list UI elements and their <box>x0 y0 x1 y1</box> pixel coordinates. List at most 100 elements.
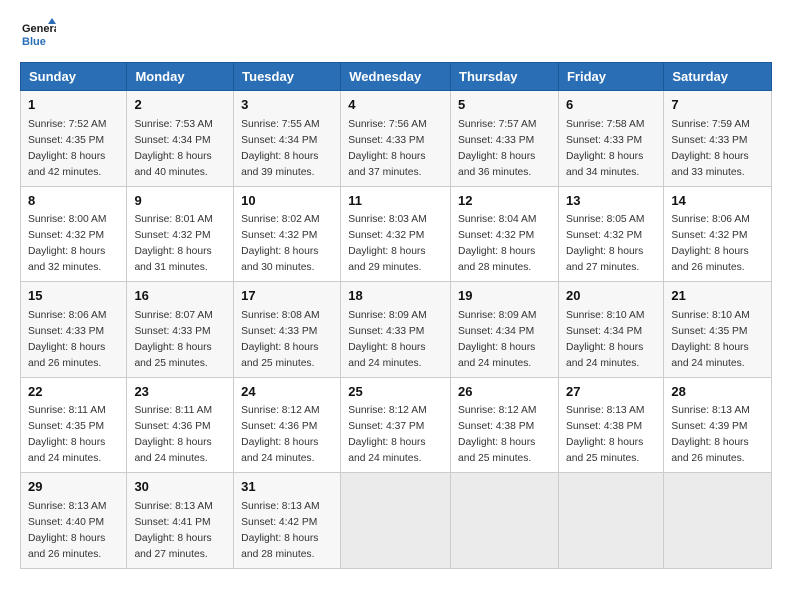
day-number: 23 <box>134 383 226 402</box>
calendar-cell: 10 Sunrise: 8:02 AMSunset: 4:32 PMDayligh… <box>234 186 341 282</box>
calendar-cell: 8 Sunrise: 8:00 AMSunset: 4:32 PMDaylight… <box>21 186 127 282</box>
weekday-thursday: Thursday <box>451 63 559 91</box>
day-info: Sunrise: 8:10 AMSunset: 4:34 PMDaylight:… <box>566 310 644 369</box>
day-number: 21 <box>671 287 764 306</box>
day-number: 18 <box>348 287 443 306</box>
weekday-sunday: Sunday <box>21 63 127 91</box>
calendar-table: SundayMondayTuesdayWednesdayThursdayFrid… <box>20 62 772 569</box>
day-info: Sunrise: 8:03 AMSunset: 4:32 PMDaylight:… <box>348 214 426 273</box>
calendar-cell: 29 Sunrise: 8:13 AMSunset: 4:40 PMDayligh… <box>21 473 127 569</box>
header: General Blue <box>20 16 772 52</box>
day-number: 14 <box>671 192 764 211</box>
calendar-cell: 2Sunrise: 7:53 AMSunset: 4:34 PMDaylight… <box>127 91 234 187</box>
svg-text:General: General <box>22 23 56 35</box>
day-info: Sunrise: 7:56 AMSunset: 4:33 PMDaylight:… <box>348 119 426 178</box>
weekday-friday: Friday <box>558 63 663 91</box>
day-info: Sunrise: 7:55 AMSunset: 4:34 PMDaylight:… <box>241 119 319 178</box>
day-number: 26 <box>458 383 551 402</box>
day-number: 20 <box>566 287 656 306</box>
weekday-monday: Monday <box>127 63 234 91</box>
day-info: Sunrise: 8:13 AMSunset: 4:42 PMDaylight:… <box>241 501 319 560</box>
day-info: Sunrise: 8:12 AMSunset: 4:38 PMDaylight:… <box>458 405 536 464</box>
day-number: 4 <box>348 96 443 115</box>
day-number: 2 <box>134 96 226 115</box>
day-info: Sunrise: 8:13 AMSunset: 4:40 PMDaylight:… <box>28 501 106 560</box>
calendar-cell: 27 Sunrise: 8:13 AMSunset: 4:38 PMDayligh… <box>558 377 663 473</box>
calendar-body: 1 Sunrise: 7:52 AMSunset: 4:35 PMDaylight… <box>21 91 772 569</box>
day-info: Sunrise: 7:52 AMSunset: 4:35 PMDaylight:… <box>28 119 106 178</box>
day-info: Sunrise: 8:12 AMSunset: 4:37 PMDaylight:… <box>348 405 426 464</box>
weekday-saturday: Saturday <box>664 63 772 91</box>
day-info: Sunrise: 8:01 AMSunset: 4:32 PMDaylight:… <box>134 214 212 273</box>
day-info: Sunrise: 8:09 AMSunset: 4:34 PMDaylight:… <box>458 310 536 369</box>
day-info: Sunrise: 8:05 AMSunset: 4:32 PMDaylight:… <box>566 214 644 273</box>
day-info: Sunrise: 7:59 AMSunset: 4:33 PMDaylight:… <box>671 119 749 178</box>
calendar-cell: 5 Sunrise: 7:57 AMSunset: 4:33 PMDaylight… <box>451 91 559 187</box>
day-number: 19 <box>458 287 551 306</box>
day-info: Sunrise: 8:13 AMSunset: 4:38 PMDaylight:… <box>566 405 644 464</box>
day-number: 15 <box>28 287 119 306</box>
day-info: Sunrise: 8:11 AMSunset: 4:36 PMDaylight:… <box>134 405 212 464</box>
calendar-cell: 6Sunrise: 7:58 AMSunset: 4:33 PMDaylight… <box>558 91 663 187</box>
calendar-cell: 7Sunrise: 7:59 AMSunset: 4:33 PMDaylight… <box>664 91 772 187</box>
calendar-cell <box>341 473 451 569</box>
calendar-cell: 23 Sunrise: 8:11 AMSunset: 4:36 PMDayligh… <box>127 377 234 473</box>
week-row-2: 8 Sunrise: 8:00 AMSunset: 4:32 PMDaylight… <box>21 186 772 282</box>
calendar-cell: 9 Sunrise: 8:01 AMSunset: 4:32 PMDaylight… <box>127 186 234 282</box>
day-info: Sunrise: 8:08 AMSunset: 4:33 PMDaylight:… <box>241 310 319 369</box>
calendar-cell: 4 Sunrise: 7:56 AMSunset: 4:33 PMDaylight… <box>341 91 451 187</box>
calendar-cell: 11 Sunrise: 8:03 AMSunset: 4:32 PMDayligh… <box>341 186 451 282</box>
week-row-3: 15 Sunrise: 8:06 AMSunset: 4:33 PMDayligh… <box>21 282 772 378</box>
day-info: Sunrise: 8:02 AMSunset: 4:32 PMDaylight:… <box>241 214 319 273</box>
calendar-cell <box>558 473 663 569</box>
day-info: Sunrise: 8:12 AMSunset: 4:36 PMDaylight:… <box>241 405 319 464</box>
day-number: 27 <box>566 383 656 402</box>
day-info: Sunrise: 8:07 AMSunset: 4:33 PMDaylight:… <box>134 310 212 369</box>
calendar-cell: 21 Sunrise: 8:10 AMSunset: 4:35 PMDayligh… <box>664 282 772 378</box>
day-number: 22 <box>28 383 119 402</box>
calendar-cell: 3 Sunrise: 7:55 AMSunset: 4:34 PMDaylight… <box>234 91 341 187</box>
calendar-cell: 24 Sunrise: 8:12 AMSunset: 4:36 PMDayligh… <box>234 377 341 473</box>
day-number: 3 <box>241 96 333 115</box>
logo: General Blue <box>20 16 56 52</box>
week-row-5: 29 Sunrise: 8:13 AMSunset: 4:40 PMDayligh… <box>21 473 772 569</box>
day-number: 6 <box>566 96 656 115</box>
calendar-cell: 19 Sunrise: 8:09 AMSunset: 4:34 PMDayligh… <box>451 282 559 378</box>
calendar-cell: 1 Sunrise: 7:52 AMSunset: 4:35 PMDaylight… <box>21 91 127 187</box>
calendar-cell: 16Sunrise: 8:07 AMSunset: 4:33 PMDayligh… <box>127 282 234 378</box>
week-row-1: 1 Sunrise: 7:52 AMSunset: 4:35 PMDaylight… <box>21 91 772 187</box>
day-number: 29 <box>28 478 119 497</box>
day-info: Sunrise: 8:06 AMSunset: 4:32 PMDaylight:… <box>671 214 749 273</box>
day-number: 24 <box>241 383 333 402</box>
day-info: Sunrise: 8:10 AMSunset: 4:35 PMDaylight:… <box>671 310 749 369</box>
day-number: 17 <box>241 287 333 306</box>
day-info: Sunrise: 8:06 AMSunset: 4:33 PMDaylight:… <box>28 310 106 369</box>
day-number: 5 <box>458 96 551 115</box>
logo-icon: General Blue <box>20 16 56 52</box>
week-row-4: 22 Sunrise: 8:11 AMSunset: 4:35 PMDayligh… <box>21 377 772 473</box>
calendar-cell <box>451 473 559 569</box>
calendar-cell: 25 Sunrise: 8:12 AMSunset: 4:37 PMDayligh… <box>341 377 451 473</box>
day-number: 31 <box>241 478 333 497</box>
day-info: Sunrise: 8:11 AMSunset: 4:35 PMDaylight:… <box>28 405 106 464</box>
calendar-cell: 31 Sunrise: 8:13 AMSunset: 4:42 PMDayligh… <box>234 473 341 569</box>
day-number: 25 <box>348 383 443 402</box>
day-number: 13 <box>566 192 656 211</box>
day-info: Sunrise: 8:00 AMSunset: 4:32 PMDaylight:… <box>28 214 106 273</box>
day-number: 11 <box>348 192 443 211</box>
calendar-cell: 17 Sunrise: 8:08 AMSunset: 4:33 PMDayligh… <box>234 282 341 378</box>
calendar-cell: 20 Sunrise: 8:10 AMSunset: 4:34 PMDayligh… <box>558 282 663 378</box>
day-number: 9 <box>134 192 226 211</box>
calendar-cell: 15 Sunrise: 8:06 AMSunset: 4:33 PMDayligh… <box>21 282 127 378</box>
day-number: 8 <box>28 192 119 211</box>
weekday-header-row: SundayMondayTuesdayWednesdayThursdayFrid… <box>21 63 772 91</box>
calendar-cell: 13 Sunrise: 8:05 AMSunset: 4:32 PMDayligh… <box>558 186 663 282</box>
day-number: 10 <box>241 192 333 211</box>
calendar-cell: 30Sunrise: 8:13 AMSunset: 4:41 PMDayligh… <box>127 473 234 569</box>
day-info: Sunrise: 8:04 AMSunset: 4:32 PMDaylight:… <box>458 214 536 273</box>
day-number: 1 <box>28 96 119 115</box>
calendar-cell: 14 Sunrise: 8:06 AMSunset: 4:32 PMDayligh… <box>664 186 772 282</box>
calendar-cell: 22 Sunrise: 8:11 AMSunset: 4:35 PMDayligh… <box>21 377 127 473</box>
calendar-cell <box>664 473 772 569</box>
day-info: Sunrise: 7:57 AMSunset: 4:33 PMDaylight:… <box>458 119 536 178</box>
